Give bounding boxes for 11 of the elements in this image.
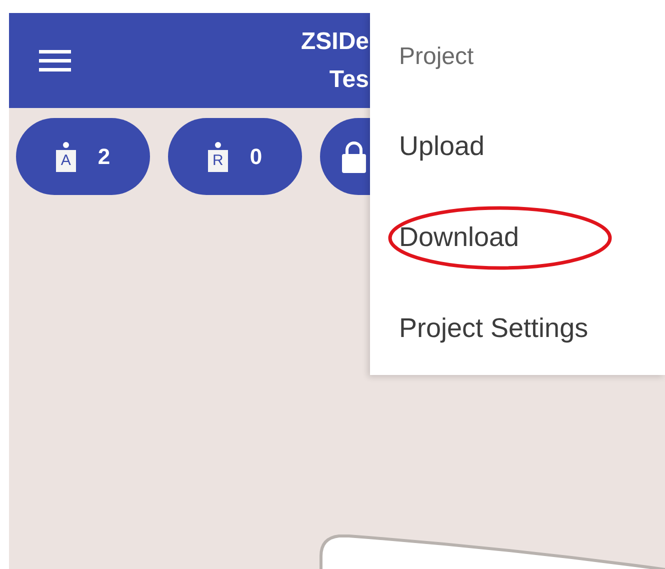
menu-header: Project xyxy=(399,43,474,71)
counter-pill[interactable]: A 2 xyxy=(16,118,150,195)
app-title: Tes xyxy=(329,64,369,94)
app-title: ZSIDe xyxy=(300,26,369,56)
menu-item[interactable]: Project Settings xyxy=(399,313,588,344)
count-label: 2 xyxy=(98,144,110,170)
lock-icon xyxy=(342,140,366,172)
menu-item[interactable]: Upload xyxy=(399,131,485,162)
counter-pill[interactable]: R 0 xyxy=(168,118,302,195)
count-label: 0 xyxy=(250,144,262,170)
menu-icon[interactable] xyxy=(39,48,71,72)
